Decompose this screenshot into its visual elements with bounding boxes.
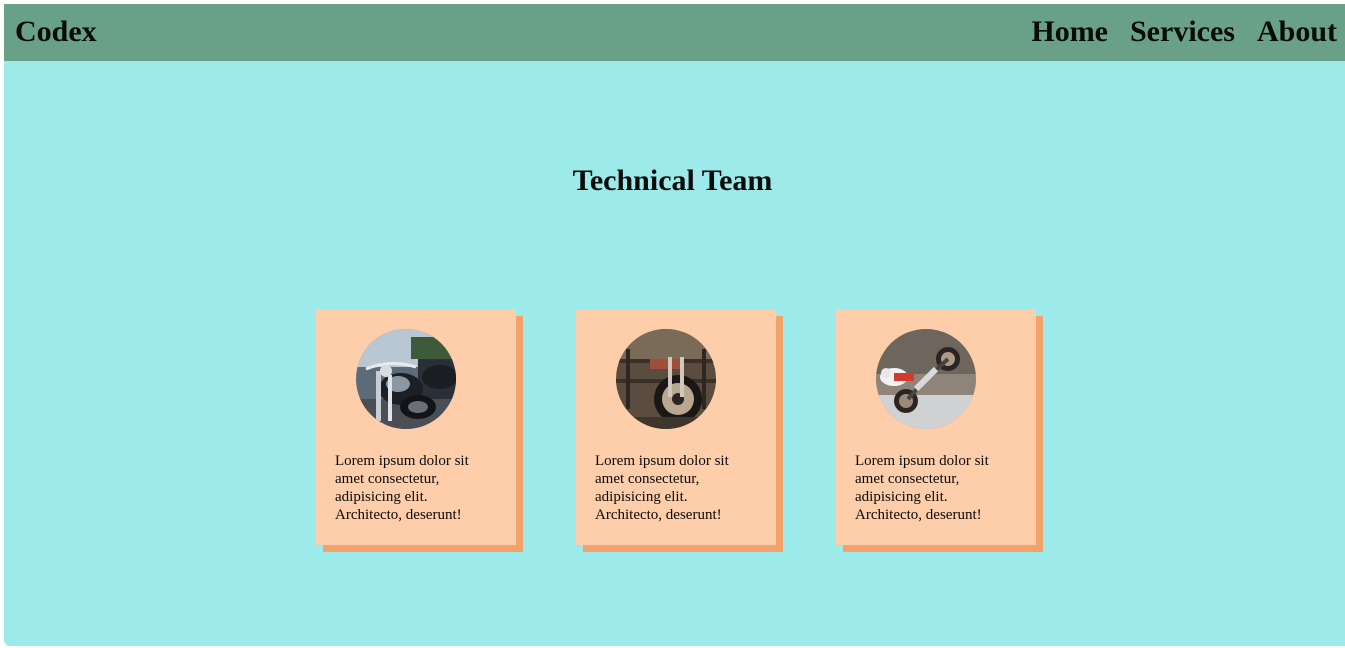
nav-link-services[interactable]: Services [1130,15,1235,49]
card-body: Lorem ipsum dolor sit amet consectetur, … [836,309,1036,545]
motorcycle-garage-photo [616,329,716,429]
motorcycle-cruiser-photo [356,329,456,429]
card-text: Lorem ipsum dolor sit amet consectetur, … [855,453,989,523]
team-card: Lorem ipsum dolor sit amet consectetur, … [576,309,783,552]
team-card: Lorem ipsum dolor sit amet consectetur, … [316,309,523,552]
team-card: Lorem ipsum dolor sit amet consectetur, … [836,309,1043,552]
card-text: Lorem ipsum dolor sit amet consectetur, … [595,453,729,523]
nav-links: Home Services About [1031,15,1337,49]
section-title: Technical Team [572,164,773,197]
motocross-wheelie-photo [876,329,976,429]
nav-link-about[interactable]: About [1257,15,1337,49]
navbar: Codex Home Services About [4,4,1345,61]
card-body: Lorem ipsum dolor sit amet consectetur, … [316,309,516,545]
card-body: Lorem ipsum dolor sit amet consectetur, … [576,309,776,545]
card-text: Lorem ipsum dolor sit amet consectetur, … [335,453,469,523]
page: Codex Home Services About Technical Team [4,4,1345,646]
nav-link-home[interactable]: Home [1031,15,1108,49]
brand-logo[interactable]: Codex [15,15,97,49]
